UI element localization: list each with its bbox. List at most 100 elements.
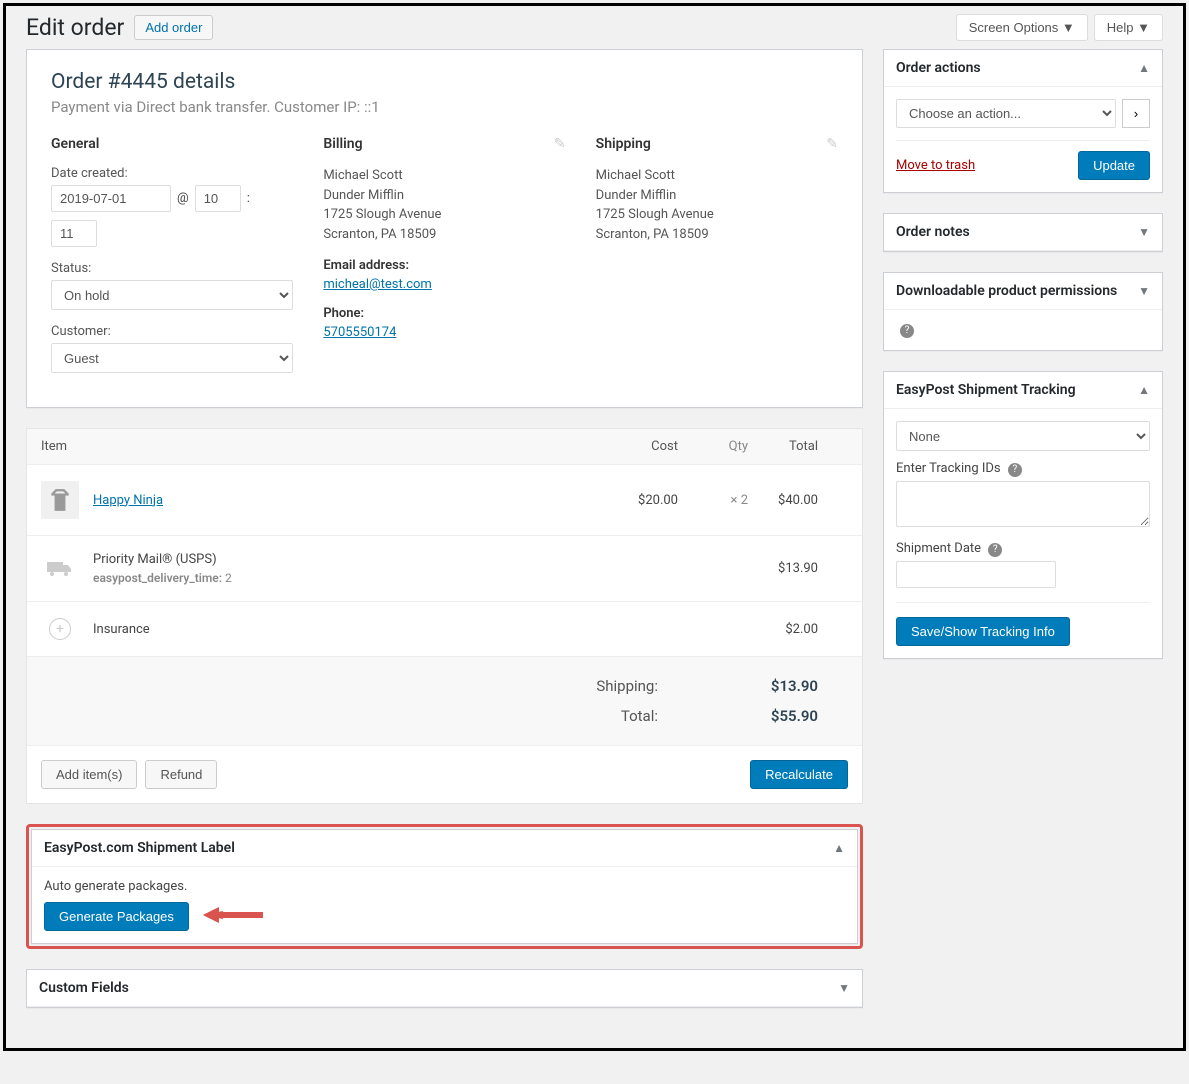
toggle-order-actions-icon[interactable]: ▲ (1138, 61, 1150, 75)
totals-section: Shipping: $13.90 Total: $55.90 (27, 657, 862, 745)
custom-fields-box: Custom Fields ▼ (26, 969, 863, 1008)
shipping-city: Scranton, PA 18509 (596, 225, 838, 245)
save-tracking-button[interactable]: Save/Show Tracking Info (896, 617, 1070, 646)
shipment-date-label: Shipment Date (896, 541, 981, 556)
status-label: Status: (51, 261, 293, 276)
hour-input[interactable] (195, 185, 241, 212)
product-total: $40.00 (748, 493, 848, 508)
time-colon: : (247, 191, 250, 206)
billing-email-link[interactable]: micheal@test.com (323, 277, 431, 292)
order-notes-box: Order notes ▼ (883, 213, 1163, 252)
shipping-name: Michael Scott (596, 166, 838, 186)
billing-heading: Billing (323, 136, 565, 152)
order-actions-box: Order actions ▲ Choose an action... › Mo… (883, 49, 1163, 193)
product-qty: × 2 (678, 493, 748, 508)
order-actions-title: Order actions (896, 60, 981, 76)
shipping-company: Dunder Mifflin (596, 186, 838, 206)
tracking-ids-label: Enter Tracking IDs (896, 461, 1001, 476)
grand-total-label: Total: (621, 707, 658, 725)
billing-company: Dunder Mifflin (323, 186, 565, 206)
insurance-name: Insurance (93, 622, 150, 637)
status-select[interactable]: On hold (51, 280, 293, 310)
shipping-meta-val: 2 (225, 571, 232, 585)
toggle-easypost-label-icon[interactable]: ▲ (833, 841, 845, 855)
add-order-button[interactable]: Add order (134, 15, 213, 40)
shipping-meta-key: easypost_delivery_time: (93, 571, 222, 585)
toggle-downloads-icon[interactable]: ▼ (1138, 284, 1150, 298)
line-item-insurance: + Insurance $2.00 (27, 602, 862, 657)
email-label: Email address: (323, 258, 565, 273)
order-title: Order #4445 details (51, 70, 838, 94)
date-created-label: Date created: (51, 166, 293, 181)
billing-column: ✎ Billing Michael Scott Dunder Mifflin 1… (323, 136, 565, 387)
shipping-heading: Shipping (596, 136, 838, 152)
screen-options-button[interactable]: Screen Options ▼ (956, 14, 1088, 41)
downloadable-permissions-box: Downloadable product permissions ▼ ? (883, 272, 1163, 351)
easypost-tracking-box: EasyPost Shipment Tracking ▲ None Enter … (883, 371, 1163, 659)
billing-name: Michael Scott (323, 166, 565, 186)
line-item-shipping: Priority Mail® (USPS) easypost_delivery_… (27, 536, 862, 602)
minute-input[interactable] (51, 220, 97, 247)
tracking-ids-textarea[interactable] (896, 481, 1150, 527)
shipping-method-name: Priority Mail® (USPS) (93, 552, 232, 567)
billing-street: 1725 Slough Avenue (323, 205, 565, 225)
date-input[interactable] (51, 185, 171, 212)
shipment-date-input[interactable] (896, 561, 1056, 588)
custom-fields-title: Custom Fields (39, 980, 129, 996)
update-button[interactable]: Update (1078, 151, 1150, 180)
product-thumbnail (41, 481, 79, 519)
shipping-total-value: $13.90 (748, 677, 818, 695)
order-action-select[interactable]: Choose an action... (896, 99, 1116, 128)
customer-select[interactable]: Guest (51, 343, 293, 373)
refund-button[interactable]: Refund (145, 760, 217, 789)
billing-city: Scranton, PA 18509 (323, 225, 565, 245)
order-details-box: Order #4445 details Payment via Direct b… (26, 49, 863, 408)
easypost-label-title: EasyPost.com Shipment Label (44, 840, 235, 856)
help-icon[interactable]: ? (900, 324, 914, 338)
tracking-carrier-select[interactable]: None (896, 421, 1150, 451)
items-header-qty: Qty (678, 439, 748, 454)
easypost-label-highlight: EasyPost.com Shipment Label ▲ Auto gener… (26, 824, 863, 949)
move-to-trash-link[interactable]: Move to trash (896, 158, 975, 173)
at-symbol: @ (177, 191, 189, 206)
order-subtitle: Payment via Direct bank transfer. Custom… (51, 98, 838, 116)
generate-packages-button[interactable]: Generate Packages (44, 902, 189, 931)
product-name-link[interactable]: Happy Ninja (93, 493, 163, 508)
grand-total-value: $55.90 (748, 707, 818, 725)
auto-generate-text: Auto generate packages. (44, 879, 845, 894)
line-item-product: Happy Ninja $20.00 × 2 $40.00 (27, 465, 862, 536)
items-header-total: Total (748, 439, 848, 454)
edit-shipping-icon[interactable]: ✎ (826, 136, 838, 152)
insurance-total: $2.00 (748, 622, 848, 637)
product-cost: $20.00 (588, 493, 678, 508)
order-items-box: Item Cost Qty Total Happy Ninja $20.00 ×… (26, 428, 863, 804)
help-icon[interactable]: ? (1008, 463, 1022, 477)
red-arrow-annotation (203, 905, 263, 929)
recalculate-button[interactable]: Recalculate (750, 760, 848, 789)
shipping-line-total: $13.90 (748, 561, 848, 576)
general-heading: General (51, 136, 293, 152)
help-button[interactable]: Help ▼ (1094, 14, 1163, 41)
general-column: General Date created: @ : (51, 136, 293, 387)
toggle-custom-fields-icon[interactable]: ▼ (838, 981, 850, 995)
page-title: Edit order (26, 14, 124, 41)
billing-phone-link[interactable]: 5705550174 (323, 325, 396, 340)
order-notes-title: Order notes (896, 224, 970, 240)
shipping-street: 1725 Slough Avenue (596, 205, 838, 225)
items-header-cost: Cost (588, 439, 678, 454)
items-header-item: Item (41, 439, 588, 454)
add-items-button[interactable]: Add item(s) (41, 760, 137, 789)
run-action-button[interactable]: › (1122, 99, 1150, 128)
help-icon[interactable]: ? (988, 543, 1002, 557)
toggle-tracking-icon[interactable]: ▲ (1138, 383, 1150, 397)
downloadable-permissions-title: Downloadable product permissions (896, 283, 1117, 299)
plus-circle-icon[interactable]: + (49, 618, 71, 640)
truck-icon (41, 560, 79, 578)
customer-label: Customer: (51, 324, 293, 339)
shipping-total-label: Shipping: (596, 677, 658, 695)
easypost-tracking-title: EasyPost Shipment Tracking (896, 382, 1076, 398)
toggle-order-notes-icon[interactable]: ▼ (1138, 225, 1150, 239)
phone-label: Phone: (323, 306, 565, 321)
shipping-column: ✎ Shipping Michael Scott Dunder Mifflin … (596, 136, 838, 387)
edit-billing-icon[interactable]: ✎ (554, 136, 566, 152)
